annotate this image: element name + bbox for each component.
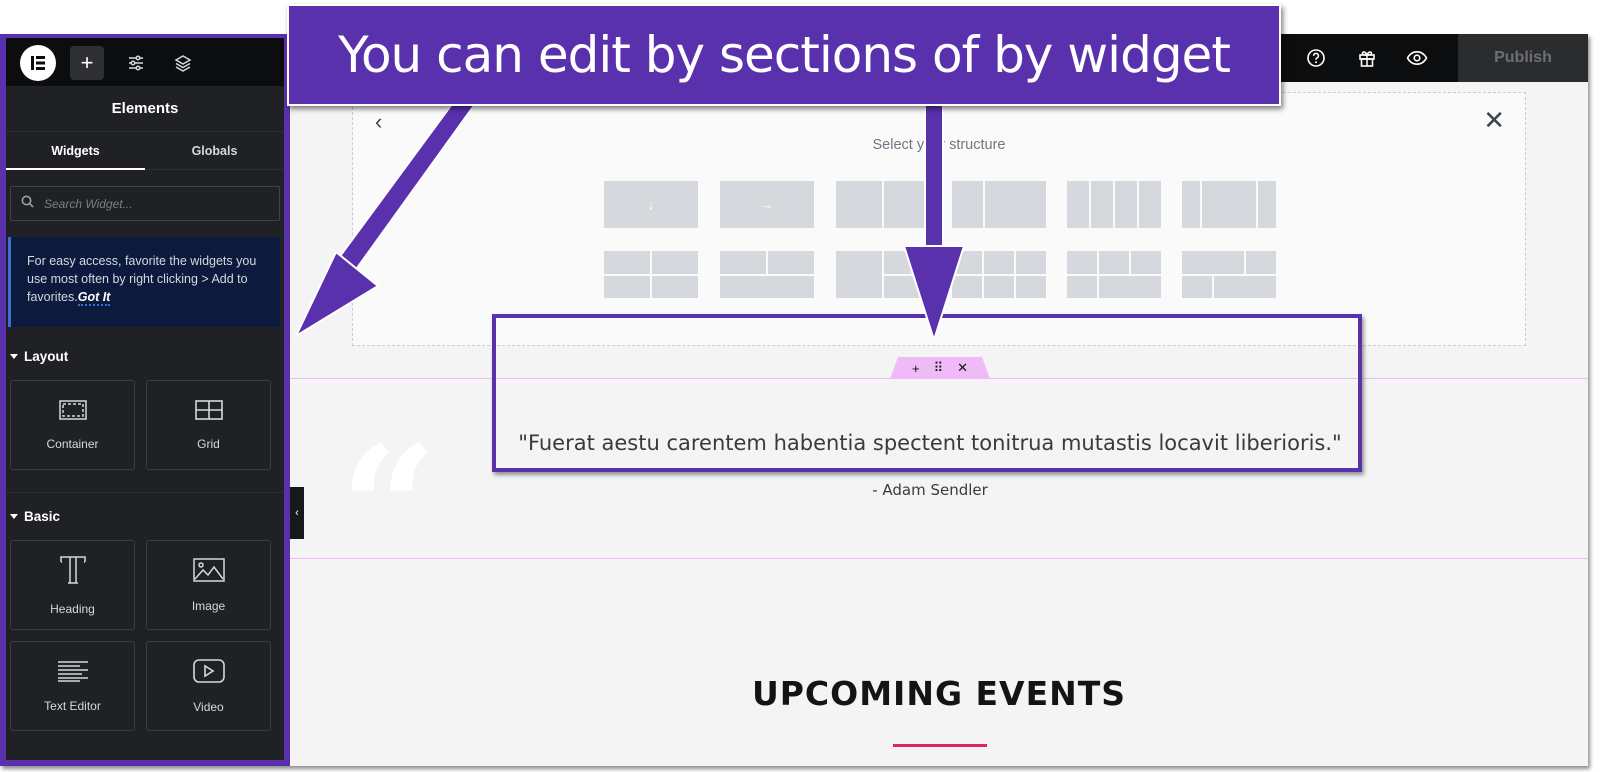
image-icon bbox=[192, 557, 225, 585]
category-divider bbox=[6, 492, 284, 493]
back-chevron-icon[interactable]: ‹ bbox=[375, 109, 382, 135]
collapse-panel-button[interactable]: ‹ bbox=[290, 487, 304, 539]
got-it-link[interactable]: Got It bbox=[77, 290, 111, 306]
structure-title: Select your structure bbox=[872, 137, 1006, 153]
panel-tabs: Widgets Globals bbox=[6, 132, 284, 170]
heading-icon bbox=[59, 555, 87, 588]
structure-layers-icon[interactable] bbox=[171, 51, 195, 75]
category-title: Basic bbox=[24, 509, 61, 524]
preset-four-columns[interactable] bbox=[1067, 181, 1161, 228]
tab-globals[interactable]: Globals bbox=[145, 132, 284, 169]
container-icon bbox=[58, 399, 87, 423]
site-settings-icon[interactable] bbox=[124, 51, 148, 75]
category-title: Layout bbox=[24, 349, 69, 364]
panel-toolbar: + bbox=[6, 38, 284, 86]
caret-down-icon bbox=[10, 354, 18, 359]
close-icon[interactable]: ✕ bbox=[1483, 105, 1505, 136]
preset-grid-2x2[interactable] bbox=[604, 251, 698, 298]
elementor-logo[interactable] bbox=[20, 45, 56, 81]
add-element-icon[interactable]: + bbox=[70, 46, 104, 80]
heading-accent-divider bbox=[893, 744, 987, 747]
widget-highlight-box bbox=[492, 314, 1362, 472]
widget-label: Heading bbox=[50, 601, 95, 616]
panel-title: Elements bbox=[6, 86, 284, 132]
preset-flex-row[interactable]: → bbox=[720, 181, 814, 228]
preset-two-columns[interactable] bbox=[836, 181, 930, 228]
widget-label: Video bbox=[193, 699, 224, 714]
widget-label: Text Editor bbox=[44, 698, 101, 713]
preset-three-columns-wide-middle[interactable] bbox=[1182, 181, 1276, 228]
gift-icon[interactable] bbox=[1355, 46, 1379, 70]
events-heading[interactable]: UPCOMING EVENTS bbox=[290, 674, 1588, 713]
preset-two-over-one[interactable] bbox=[720, 251, 814, 298]
help-icon[interactable] bbox=[1304, 46, 1328, 70]
widget-grid[interactable]: Grid bbox=[146, 380, 271, 470]
search-icon bbox=[21, 195, 34, 213]
caret-down-icon bbox=[10, 514, 18, 519]
arrow-right-icon: → bbox=[720, 181, 814, 228]
annotation-banner: You can edit by sections of by widget bbox=[287, 4, 1281, 106]
category-layout[interactable]: Layout bbox=[6, 349, 284, 364]
search-widget-input[interactable] bbox=[44, 196, 244, 211]
screenshot-stage: Publish ‹ ✕ Select your structure ↓ → + … bbox=[0, 0, 1600, 772]
widget-image[interactable]: Image bbox=[146, 540, 271, 630]
widget-video[interactable]: Video bbox=[146, 641, 271, 731]
testimonial-author[interactable]: - Adam Sendler bbox=[500, 481, 1360, 499]
tip-text: For easy access, favorite the widgets yo… bbox=[27, 254, 257, 304]
video-icon bbox=[192, 658, 225, 686]
widget-container[interactable]: Container bbox=[10, 380, 135, 470]
widget-label: Image bbox=[191, 598, 226, 613]
widget-heading[interactable]: Heading bbox=[10, 540, 135, 630]
preset-flex-column[interactable]: ↓ bbox=[604, 181, 698, 228]
structure-picker: ‹ ✕ Select your structure ↓ → bbox=[352, 92, 1526, 346]
preset-grid-3x2[interactable] bbox=[952, 251, 1046, 298]
category-basic[interactable]: Basic bbox=[6, 509, 284, 524]
grid-icon bbox=[194, 399, 223, 423]
text-editor-icon bbox=[57, 660, 89, 685]
favorites-tip: For easy access, favorite the widgets yo… bbox=[8, 237, 280, 327]
tab-widgets[interactable]: Widgets bbox=[6, 132, 145, 170]
section-outline-bottom bbox=[290, 558, 1588, 559]
widget-label: Container bbox=[46, 436, 99, 451]
preset-two-over-two[interactable] bbox=[1182, 251, 1276, 298]
publish-button[interactable]: Publish bbox=[1458, 34, 1588, 82]
quote-mark-icon: “ bbox=[340, 409, 438, 609]
layout-widgets: Container Grid bbox=[6, 380, 284, 470]
preview-eye-icon[interactable] bbox=[1405, 46, 1429, 70]
elements-panel: + Elements Widgets Globals For e bbox=[0, 34, 290, 766]
preset-one-and-stacked[interactable] bbox=[836, 251, 930, 298]
widget-text-editor[interactable]: Text Editor bbox=[10, 641, 135, 731]
preset-three-over-two[interactable] bbox=[1067, 251, 1161, 298]
basic-widgets: Heading Image Text Editor Video bbox=[6, 540, 284, 731]
widget-label: Grid bbox=[197, 436, 220, 451]
search-widget-field bbox=[10, 186, 280, 221]
arrow-down-icon: ↓ bbox=[604, 181, 698, 228]
preset-one-third-two-thirds[interactable] bbox=[952, 181, 1046, 228]
